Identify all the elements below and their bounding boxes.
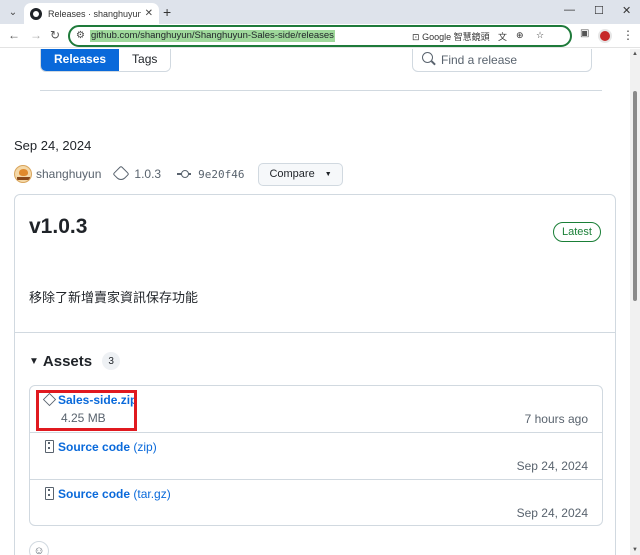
window-close-icon[interactable]: ✕: [622, 4, 631, 17]
reload-icon[interactable]: ↻: [50, 28, 60, 42]
highlight-box: [36, 390, 137, 431]
smiley-icon[interactable]: ☺: [29, 541, 49, 555]
asset-date: Sep 24, 2024: [516, 506, 588, 520]
close-icon[interactable]: ✕: [145, 8, 153, 19]
tag-icon: [112, 165, 130, 183]
page-content: Releases Tags Find a release Sep 24, 202…: [0, 49, 630, 555]
avatar[interactable]: [14, 165, 32, 183]
tab-strip: ⌄ Releases · shanghuyun/Shang ✕ + — ☐ ✕: [0, 0, 640, 24]
triangle-down-icon: ▼: [29, 355, 39, 367]
maximize-icon[interactable]: ☐: [594, 4, 604, 17]
compare-button[interactable]: Compare ▼: [258, 162, 343, 186]
tab-search-icon[interactable]: ⌄: [4, 3, 22, 21]
assets-count-badge: 3: [102, 352, 121, 370]
tab-releases[interactable]: Releases: [41, 49, 120, 71]
list-item: Source code (tar.gz) Sep 24, 2024: [30, 479, 602, 526]
zoom-icon[interactable]: ⊕: [516, 30, 524, 41]
assets-title: Assets: [42, 352, 93, 370]
divider: [15, 332, 615, 333]
browser-tab[interactable]: Releases · shanghuyun/Shang ✕: [24, 3, 159, 24]
back-icon[interactable]: ←: [8, 28, 20, 42]
find-release-placeholder: Find a release: [441, 53, 518, 67]
release-meta: shanghuyun 1.0.3 9e20f46 Compare ▼: [14, 162, 343, 186]
search-icon: [422, 52, 433, 63]
divider: [40, 90, 602, 91]
latest-badge: Latest: [553, 222, 601, 242]
browser-toolbar: ← → ↻ ⚙ github.com/shanghuyun/Shanghuyun…: [0, 24, 640, 48]
tab-tags[interactable]: Tags: [119, 49, 171, 71]
release-card: v1.0.3 Latest 移除了新增賣家資訊保存功能 ▼ Assets 3 S…: [14, 194, 616, 555]
find-release-input[interactable]: Find a release: [412, 49, 592, 72]
asset-link[interactable]: Source code (tar.gz): [58, 487, 171, 501]
profile-avatar[interactable]: [598, 29, 612, 43]
release-title[interactable]: v1.0.3: [29, 215, 87, 239]
extensions-icon[interactable]: ▣: [580, 28, 589, 39]
asset-name: Source code: [58, 487, 131, 501]
asset-suffix: (tar.gz): [133, 487, 171, 501]
asset-suffix: (zip): [133, 440, 157, 454]
site-info-icon[interactable]: ⚙: [76, 30, 85, 41]
list-item: Source code (zip) Sep 24, 2024: [30, 432, 602, 479]
lens-button[interactable]: ⊡ Google 智慧鏡頭: [412, 30, 490, 43]
file-zip-icon: [45, 440, 54, 453]
author-link[interactable]: shanghuyun: [36, 167, 101, 181]
scroll-down-icon[interactable]: ▼: [632, 547, 638, 553]
scrollbar[interactable]: ▲ ▼: [630, 49, 640, 555]
scroll-up-icon[interactable]: ▲: [632, 51, 638, 57]
file-zip-icon: [45, 487, 54, 500]
releases-tabs: Releases Tags: [40, 49, 172, 72]
url-text: github.com/shanghuyun/Shanghuyun-Sales-s…: [90, 30, 335, 42]
star-icon[interactable]: ☆: [536, 30, 544, 41]
lens-label: Google 智慧鏡頭: [422, 32, 490, 42]
compare-label: Compare: [269, 168, 315, 180]
minimize-icon[interactable]: —: [564, 4, 575, 16]
tag-link[interactable]: 1.0.3: [134, 167, 161, 181]
asset-date: Sep 24, 2024: [516, 459, 588, 473]
lens-icon: ⊡: [412, 32, 420, 42]
asset-date: 7 hours ago: [524, 412, 588, 426]
assets-toggle[interactable]: ▼ Assets 3: [29, 352, 121, 370]
plus-icon[interactable]: +: [163, 4, 171, 20]
tab-title: Releases · shanghuyun/Shang: [48, 8, 141, 19]
asset-link[interactable]: Source code (zip): [58, 440, 157, 454]
release-date: Sep 24, 2024: [14, 138, 92, 153]
github-favicon: [30, 7, 42, 20]
kebab-menu-icon[interactable]: ⋮: [622, 28, 634, 42]
release-notes: 移除了新增賣家資訊保存功能: [29, 290, 199, 305]
address-bar[interactable]: ⚙ github.com/shanghuyun/Shanghuyun-Sales…: [68, 25, 572, 47]
commit-icon: [177, 169, 192, 179]
translate-icon[interactable]: 文: [498, 30, 507, 43]
scroll-thumb[interactable]: [633, 91, 637, 301]
caret-down-icon: ▼: [324, 170, 332, 178]
forward-icon[interactable]: →: [30, 28, 42, 42]
commit-link[interactable]: 9e20f46: [198, 168, 244, 181]
asset-name: Source code: [58, 440, 131, 454]
